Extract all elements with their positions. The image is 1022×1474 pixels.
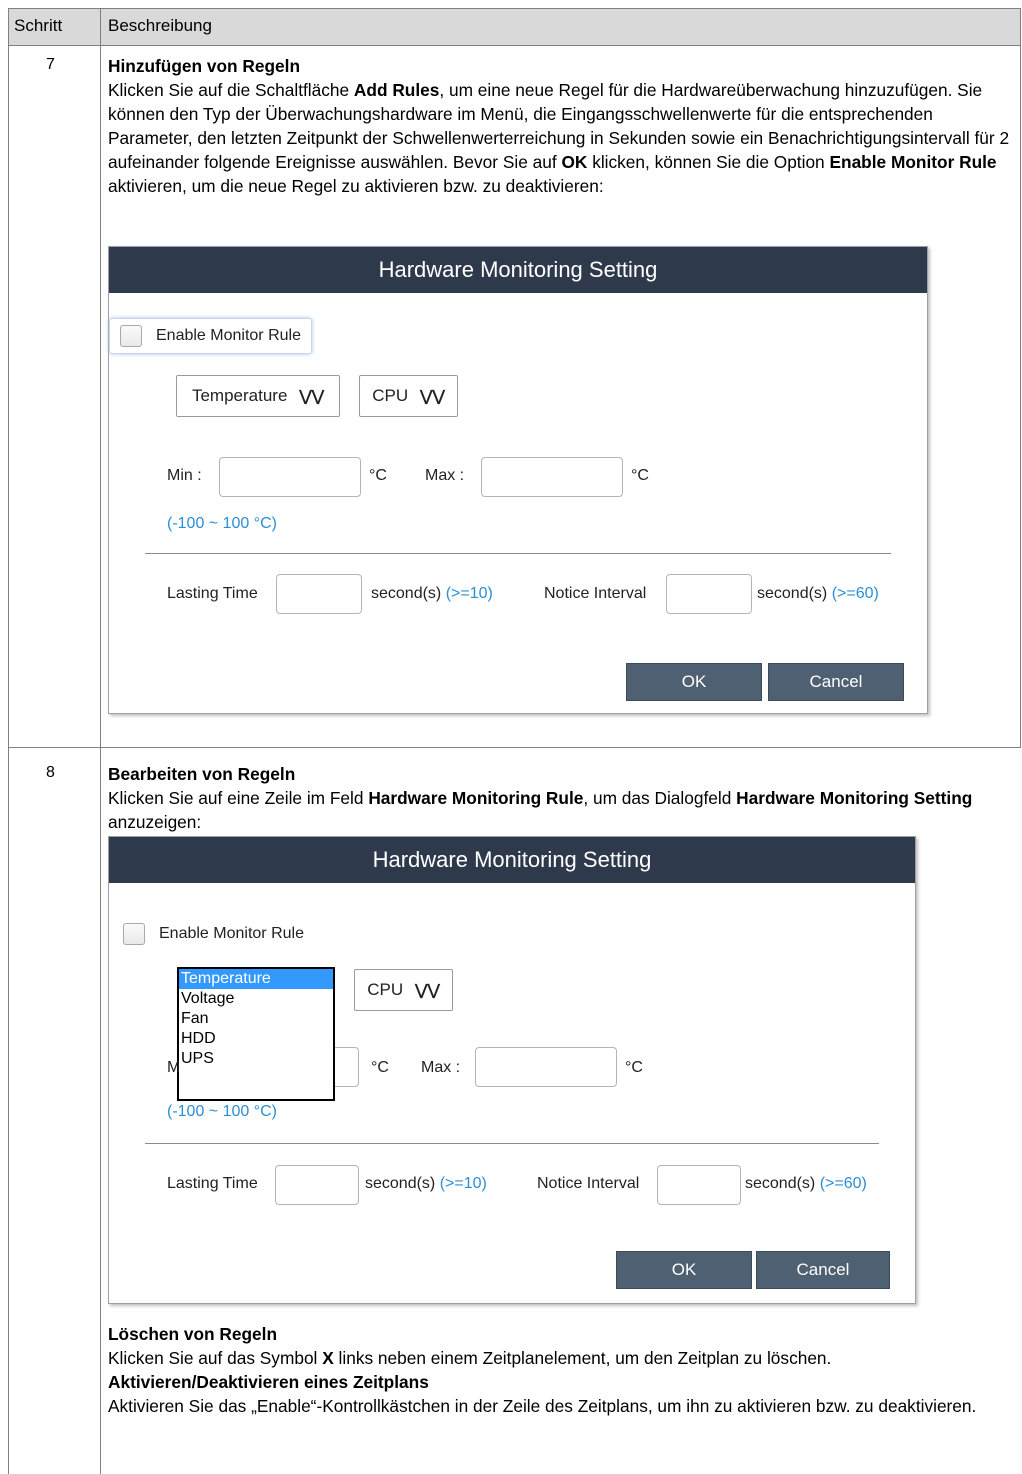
- dropdown-option[interactable]: UPS: [179, 1049, 333, 1069]
- toggle-schedule-heading: Aktivieren/Deaktivieren eines Zeitplans: [108, 1372, 429, 1392]
- step-number: 7: [46, 56, 55, 73]
- min-unit: °C: [369, 467, 387, 484]
- chevron-down-icon: ⋁⋁: [415, 982, 440, 999]
- max-label: Max :: [425, 467, 465, 484]
- target-select-value: CPU: [367, 980, 404, 999]
- delete-rules-text: Klicken Sie auf das Symbol X links neben…: [108, 1348, 832, 1368]
- type-dropdown-list[interactable]: Temperature Voltage Fan HDD UPS: [177, 967, 335, 1101]
- cancel-button[interactable]: Cancel: [756, 1251, 890, 1289]
- max-unit: °C: [631, 467, 649, 484]
- max-input[interactable]: [475, 1047, 617, 1087]
- delete-rules-heading: Löschen von Regeln: [108, 1324, 277, 1344]
- range-hint: (-100 ~ 100 °C): [167, 1103, 278, 1120]
- notice-interval-unit: second(s) (>=60): [745, 1175, 867, 1192]
- min-label: Min :: [167, 467, 202, 484]
- dropdown-option[interactable]: HDD: [179, 1029, 333, 1049]
- range-hint: (-100 ~ 100 °C): [167, 515, 278, 532]
- dialog-title: Hardware Monitoring Setting: [109, 247, 927, 293]
- enable-label: Enable Monitor Rule: [159, 925, 304, 942]
- step-text: Klicken Sie auf die Schaltfläche Add Rul…: [108, 80, 1010, 196]
- step-description: Hinzufügen von Regeln Klicken Sie auf di…: [108, 54, 1018, 198]
- min-unit: °C: [371, 1059, 389, 1076]
- step-heading: Bearbeiten von Regeln: [108, 764, 296, 784]
- lasting-time-unit: second(s) (>=10): [371, 585, 493, 602]
- header-step: Schritt: [14, 16, 63, 35]
- step-description: Bearbeiten von Regeln Klicken Sie auf ei…: [108, 762, 1018, 834]
- step-number: 8: [46, 764, 55, 781]
- notice-interval-label: Notice Interval: [544, 585, 647, 602]
- hardware-monitoring-dialog: Hardware Monitoring Setting Enable Monit…: [108, 246, 928, 714]
- lasting-time-label: Lasting Time: [167, 1175, 258, 1192]
- lasting-time-unit: second(s) (>=10): [365, 1175, 487, 1192]
- table-column-divider: [100, 8, 101, 1474]
- notice-interval-input[interactable]: [666, 574, 752, 614]
- target-select-value: CPU: [372, 386, 409, 405]
- cancel-button[interactable]: Cancel: [768, 663, 904, 701]
- step-heading: Hinzufügen von Regeln: [108, 56, 301, 76]
- max-input[interactable]: [481, 457, 623, 497]
- dialog-title: Hardware Monitoring Setting: [109, 837, 915, 883]
- row-divider: [8, 747, 1021, 748]
- type-select-value: Temperature: [191, 386, 288, 405]
- dialog-separator: [145, 553, 891, 554]
- min-label-partial: M: [167, 1059, 181, 1076]
- dropdown-option[interactable]: Fan: [179, 1009, 333, 1029]
- notice-interval-label: Notice Interval: [537, 1175, 640, 1192]
- notice-interval-input[interactable]: [657, 1165, 741, 1205]
- table-left-border: [8, 8, 9, 1474]
- step-description-continued: Löschen von Regeln Klicken Sie auf das S…: [108, 1322, 1018, 1418]
- dropdown-option[interactable]: Temperature: [179, 969, 333, 989]
- chevron-down-icon: ⋁⋁: [420, 388, 445, 405]
- step-text: Klicken Sie auf eine Zeile im Feld Hardw…: [108, 788, 973, 832]
- ok-button[interactable]: OK: [626, 663, 762, 701]
- toggle-schedule-text: Aktivieren Sie das „Enable“-Kontrollkäst…: [108, 1396, 977, 1416]
- lasting-time-input[interactable]: [275, 1165, 359, 1205]
- header-description: Beschreibung: [108, 16, 212, 35]
- ok-button[interactable]: OK: [616, 1251, 752, 1289]
- min-input[interactable]: [219, 457, 361, 497]
- dropdown-option[interactable]: Voltage: [179, 989, 333, 1009]
- max-label: Max :: [421, 1059, 461, 1076]
- type-select[interactable]: Temperature ⋁⋁: [176, 375, 340, 417]
- enable-label: Enable Monitor Rule: [156, 327, 301, 344]
- enable-monitor-rule[interactable]: Enable Monitor Rule: [123, 923, 304, 945]
- enable-monitor-rule[interactable]: Enable Monitor Rule: [109, 318, 312, 354]
- chevron-down-icon: ⋁⋁: [299, 388, 325, 405]
- target-select[interactable]: CPU ⋁⋁: [354, 969, 453, 1011]
- enable-checkbox[interactable]: [123, 923, 145, 945]
- table-right-border: [1020, 8, 1021, 748]
- lasting-time-label: Lasting Time: [167, 585, 258, 602]
- target-select[interactable]: CPU ⋁⋁: [359, 375, 458, 417]
- max-unit: °C: [625, 1059, 643, 1076]
- enable-checkbox[interactable]: [120, 325, 142, 347]
- notice-interval-unit: second(s) (>=60): [757, 585, 879, 602]
- dialog-separator: [145, 1143, 879, 1144]
- hardware-monitoring-dialog-edit: Hardware Monitoring Setting Enable Monit…: [108, 836, 916, 1304]
- lasting-time-input[interactable]: [276, 574, 362, 614]
